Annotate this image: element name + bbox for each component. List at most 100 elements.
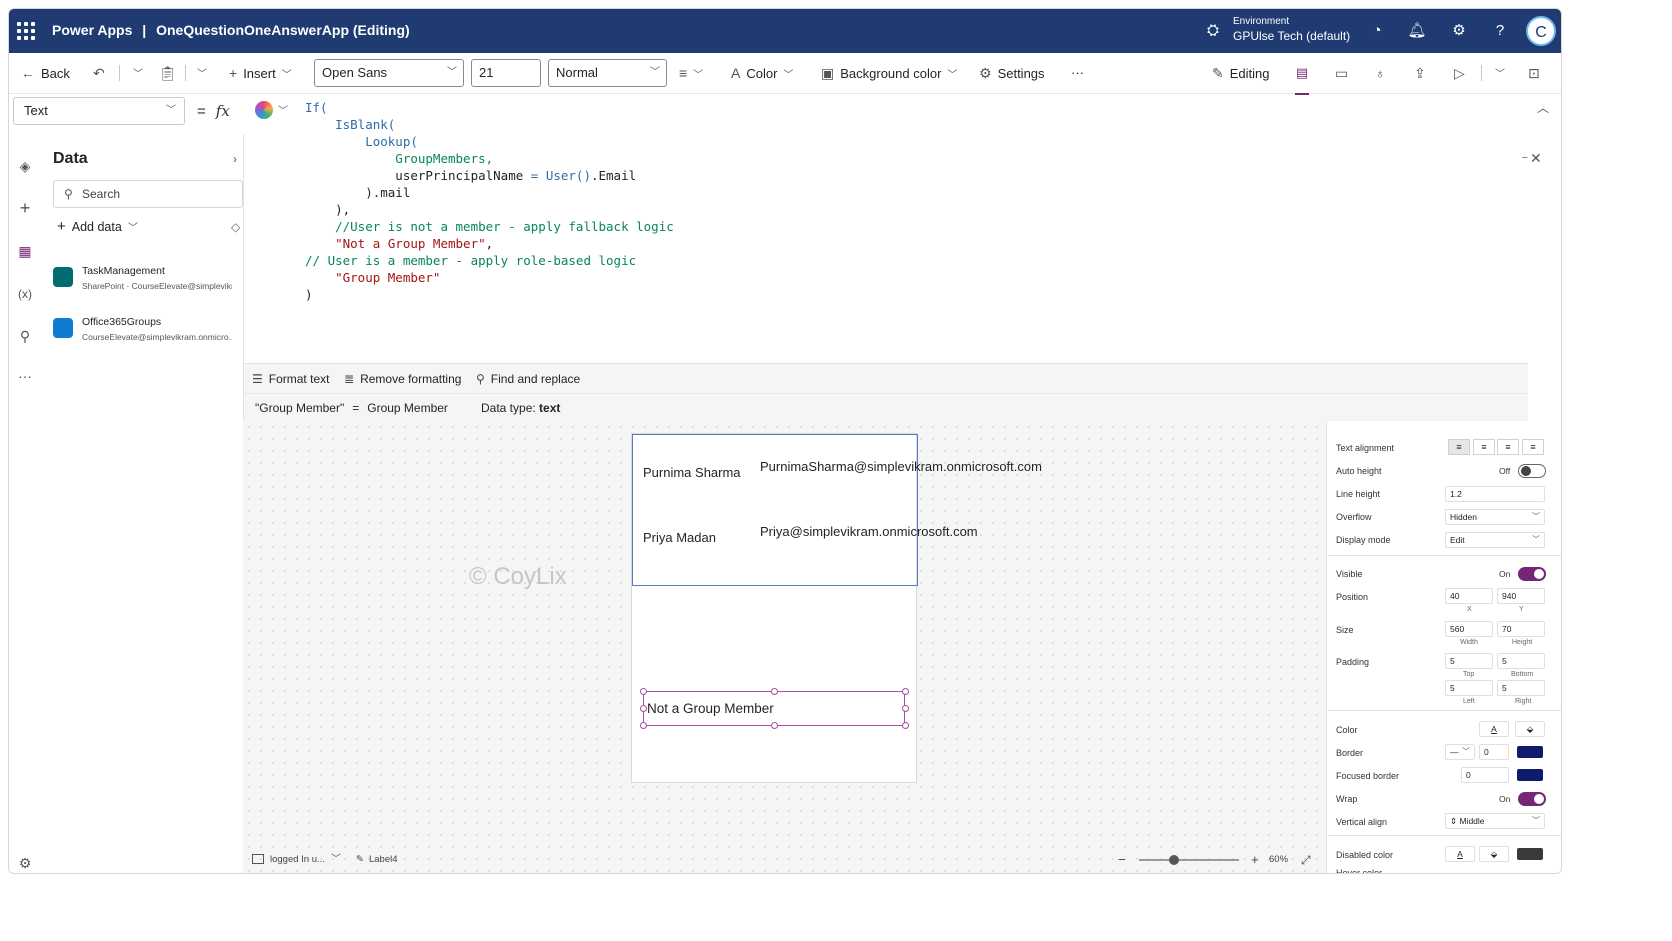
line-height-input[interactable]: 1.2 [1445, 486, 1545, 502]
find-replace-button[interactable]: ⚲ Find and replace [476, 364, 580, 394]
help-icon[interactable]: ? [1490, 21, 1510, 41]
fit-to-window-icon[interactable]: ⤢ [1301, 847, 1311, 873]
paste-dropdown[interactable]: ﹀ [191, 53, 207, 93]
search-input[interactable]: ⚲ Search [53, 180, 243, 208]
resize-handle[interactable] [640, 722, 647, 729]
app-checker-button[interactable]: ▤ [1295, 53, 1309, 95]
disabled-fill-color-picker[interactable]: ⬙ [1479, 846, 1509, 862]
resize-handle[interactable] [902, 705, 909, 712]
property-select[interactable]: Text ﹀ [13, 97, 185, 125]
formula-editor[interactable]: If( IsBlank( Lookup( GroupMembers, userP… [305, 99, 674, 303]
background-color-button[interactable]: ▣ Background color ﹀ [821, 53, 957, 93]
focused-border-color-swatch[interactable] [1517, 769, 1543, 781]
add-data-button[interactable]: + Add data ﹀ [57, 218, 138, 235]
gear-icon[interactable]: ⚙ [15, 853, 35, 873]
collapse-formula-icon[interactable]: ︿ [1537, 99, 1549, 116]
data-icon[interactable]: ▦ [15, 241, 35, 261]
resize-handle[interactable] [640, 705, 647, 712]
width-input[interactable]: 560 [1445, 621, 1493, 637]
zoom-in-button[interactable]: + [1251, 847, 1259, 873]
align-button[interactable]: ≡ ﹀ [679, 53, 703, 93]
auto-height-toggle[interactable] [1518, 464, 1546, 478]
font-size-input[interactable]: 21 [471, 59, 541, 87]
preview-dropdown[interactable]: ﹀ [1489, 53, 1505, 93]
gear-icon[interactable]: ⚙ [1449, 21, 1469, 41]
border-style-select[interactable]: — ﹀ [1445, 744, 1475, 760]
editing-button[interactable]: ✎ Editing [1212, 53, 1269, 93]
disabled-color-swatch[interactable] [1517, 848, 1543, 860]
border-width-input[interactable]: 0 [1479, 744, 1509, 760]
chevron-right-icon[interactable]: › [233, 152, 237, 166]
align-right-icon[interactable]: ≡ [1497, 439, 1519, 455]
layers-icon[interactable]: ◈ [15, 156, 35, 176]
variables-icon[interactable]: (x) [15, 284, 35, 304]
environment-icon[interactable]: ⛭ [1203, 21, 1223, 41]
stethoscope-button[interactable]: ♁ [1375, 53, 1392, 93]
resize-handle[interactable] [902, 688, 909, 695]
insert-button[interactable]: + Insert ﹀ [229, 53, 292, 93]
environment-picker[interactable]: Environment GPUlse Tech (default) [1233, 16, 1350, 44]
format-text-button[interactable]: ☰ Format text [252, 364, 329, 394]
padding-left-input[interactable]: 5 [1445, 680, 1493, 696]
zoom-slider[interactable] [1139, 855, 1239, 865]
copilot-icon[interactable]: ◔ [1367, 21, 1387, 41]
position-x-input[interactable]: 40 [1445, 588, 1493, 604]
border-color-swatch[interactable] [1517, 746, 1543, 758]
padding-right-input[interactable]: 5 [1497, 680, 1545, 696]
wrap-toggle[interactable] [1518, 792, 1546, 806]
control-selector[interactable]: ✎ Label4 [356, 847, 398, 873]
gallery-row[interactable]: Purnima Sharma PurnimaSharma@simplevikra… [643, 459, 1042, 480]
align-center-icon[interactable]: ≡ [1473, 439, 1495, 455]
remove-formatting-button[interactable]: ≣ Remove formatting [344, 364, 461, 394]
search-icon[interactable]: ⚲ [15, 326, 35, 346]
zoom-out-button[interactable]: − [1118, 847, 1126, 873]
padding-top-input[interactable]: 5 [1445, 653, 1493, 669]
resize-handle[interactable] [771, 688, 778, 695]
share-button[interactable]: ⇪ [1414, 53, 1432, 93]
zoom-slider-thumb[interactable] [1169, 855, 1179, 865]
resize-handle[interactable] [902, 722, 909, 729]
app-name[interactable]: OneQuestionOneAnswerApp (Editing) [156, 22, 410, 38]
screen-selector[interactable]: logged In u... ﹀ [252, 847, 341, 873]
padding-bottom-input[interactable]: 5 [1497, 653, 1545, 669]
undo-button[interactable]: ↶ [93, 53, 111, 93]
back-button[interactable]: ← Back [21, 53, 70, 93]
data-source-item[interactable]: Office365Groups CourseElevate@simplevikr… [53, 313, 243, 353]
more-button[interactable]: ··· [1071, 53, 1084, 93]
vertical-align-select[interactable]: ⇕ Middle ﹀ [1445, 813, 1545, 829]
resize-handle[interactable] [640, 688, 647, 695]
more-icon[interactable]: ··· [15, 366, 35, 386]
avatar[interactable]: C [1526, 16, 1556, 46]
bell-icon[interactable]: 🔔︎ [1407, 21, 1427, 41]
save-button[interactable]: ⊡ [1528, 53, 1546, 93]
height-input[interactable]: 70 [1497, 621, 1545, 637]
display-mode-select[interactable]: Edit ﹀ [1445, 532, 1545, 548]
resize-handle[interactable] [771, 722, 778, 729]
color-button[interactable]: A Color ﹀ [731, 53, 793, 93]
visible-toggle[interactable] [1518, 567, 1546, 581]
position-y-input[interactable]: 940 [1497, 588, 1545, 604]
plus-icon[interactable]: + [15, 198, 35, 218]
focused-border-input[interactable]: 0 [1461, 767, 1509, 783]
disabled-font-color-picker[interactable]: A [1445, 846, 1475, 862]
chevron-down-icon[interactable]: ﹀ [278, 102, 288, 117]
font-family-select[interactable]: Open Sans ﹀ [314, 59, 464, 87]
data-source-item[interactable]: TaskManagement SharePoint · CourseElevat… [53, 262, 243, 302]
settings-button[interactable]: ⚙ Settings [979, 53, 1045, 93]
fill-color-picker[interactable]: ⬙ [1515, 721, 1545, 737]
undo-dropdown[interactable]: ﹀ [127, 53, 143, 93]
overflow-select[interactable]: Hidden ﹀ [1445, 509, 1545, 525]
align-justify-icon[interactable]: ≡ [1522, 439, 1544, 455]
paste-button[interactable]: 📋︎ [159, 53, 183, 93]
font-color-picker[interactable]: A [1479, 721, 1509, 737]
app-launcher-icon[interactable] [17, 22, 35, 40]
align-left-icon[interactable]: ≡ [1448, 439, 1470, 455]
copilot-icon[interactable] [255, 101, 273, 119]
gallery-row[interactable]: Priya Madan Priya@simplevikram.onmicroso… [643, 524, 978, 545]
close-icon[interactable]: ✕ [1530, 150, 1542, 167]
preview-button[interactable]: ▷ [1454, 53, 1471, 93]
font-weight-select[interactable]: Normal ﹀ [548, 59, 667, 87]
gallery[interactable]: Purnima Sharma PurnimaSharma@simplevikra… [632, 434, 1042, 586]
selected-label[interactable]: Not a Group Member [643, 691, 905, 726]
connection-icon[interactable]: ◇ [231, 220, 240, 234]
